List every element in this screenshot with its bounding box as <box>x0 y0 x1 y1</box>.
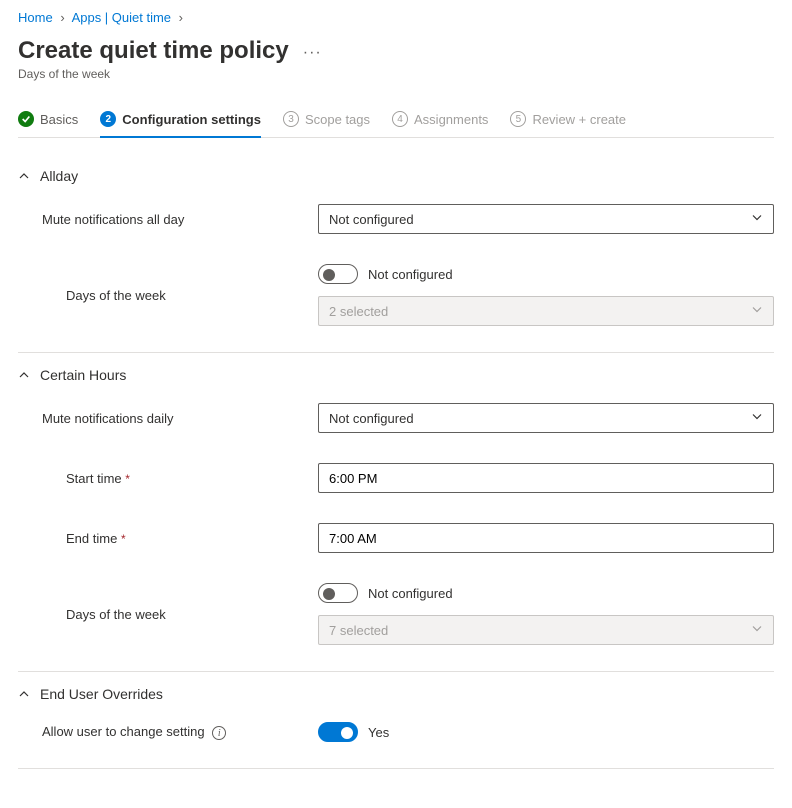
step-number-icon: 5 <box>510 111 526 127</box>
chevron-up-icon <box>18 170 30 182</box>
section-title: Certain Hours <box>40 367 126 383</box>
certain-end-input[interactable] <box>318 523 774 553</box>
chevron-right-icon: › <box>60 10 64 25</box>
more-actions-icon[interactable]: ··· <box>303 38 322 62</box>
overrides-allow-label: Allow user to change setting i <box>18 724 318 741</box>
step-number-icon: 3 <box>283 111 299 127</box>
info-icon[interactable]: i <box>212 726 226 740</box>
certain-end-label: End time * <box>18 531 318 546</box>
tab-review-create[interactable]: 5 Review + create <box>510 105 626 137</box>
certain-mute-select[interactable]: Not configured <box>318 403 774 433</box>
breadcrumb-home[interactable]: Home <box>18 10 53 25</box>
tab-review-label: Review + create <box>532 112 626 127</box>
chevron-up-icon <box>18 369 30 381</box>
tab-config-label: Configuration settings <box>122 112 261 127</box>
allday-days-select: 2 selected <box>318 296 774 326</box>
allday-days-toggle-label: Not configured <box>368 267 453 282</box>
chevron-down-icon <box>751 212 763 227</box>
overrides-allow-toggle-label: Yes <box>368 725 389 740</box>
tab-assignments[interactable]: 4 Assignments <box>392 105 488 137</box>
allday-mute-select[interactable]: Not configured <box>318 204 774 234</box>
allday-days-label: Days of the week <box>18 288 318 303</box>
collapse-toggle[interactable] <box>18 369 30 381</box>
section-allday: Allday Mute notifications all day Not co… <box>18 154 774 353</box>
tab-basics[interactable]: Basics <box>18 105 78 137</box>
certain-days-label: Days of the week <box>18 607 318 622</box>
collapse-toggle[interactable] <box>18 688 30 700</box>
certain-start-label: Start time * <box>18 471 318 486</box>
step-number-icon: 4 <box>392 111 408 127</box>
chevron-right-icon: › <box>179 10 183 25</box>
certain-start-input[interactable] <box>318 463 774 493</box>
section-title: Allday <box>40 168 78 184</box>
section-end-user-overrides: End User Overrides Allow user to change … <box>18 672 774 769</box>
breadcrumb-apps[interactable]: Apps | Quiet time <box>72 10 171 25</box>
toggle-knob <box>323 269 335 281</box>
page-title: Create quiet time policy <box>18 37 289 65</box>
breadcrumb: Home › Apps | Quiet time › <box>18 10 774 25</box>
chevron-down-icon <box>751 304 763 319</box>
required-asterisk: * <box>121 532 126 546</box>
tab-assign-label: Assignments <box>414 112 488 127</box>
tab-basics-label: Basics <box>40 112 78 127</box>
certain-days-toggle-label: Not configured <box>368 586 453 601</box>
certain-days-toggle[interactable] <box>318 583 358 603</box>
page-subtitle: Days of the week <box>18 67 774 81</box>
chevron-down-icon <box>751 623 763 638</box>
allday-mute-label: Mute notifications all day <box>18 212 318 227</box>
allday-days-toggle[interactable] <box>318 264 358 284</box>
toggle-knob <box>323 588 335 600</box>
section-certain-hours: Certain Hours Mute notifications daily N… <box>18 353 774 672</box>
wizard-tabs: Basics 2 Configuration settings 3 Scope … <box>18 105 774 138</box>
certain-days-select: 7 selected <box>318 615 774 645</box>
certain-mute-label: Mute notifications daily <box>18 411 318 426</box>
chevron-down-icon <box>751 411 763 426</box>
overrides-allow-toggle[interactable] <box>318 722 358 742</box>
check-icon <box>18 111 34 127</box>
tab-configuration-settings[interactable]: 2 Configuration settings <box>100 105 261 137</box>
step-number-icon: 2 <box>100 111 116 127</box>
required-asterisk: * <box>125 472 130 486</box>
tab-scope-tags[interactable]: 3 Scope tags <box>283 105 370 137</box>
tab-scope-label: Scope tags <box>305 112 370 127</box>
collapse-toggle[interactable] <box>18 170 30 182</box>
toggle-knob <box>341 727 353 739</box>
chevron-up-icon <box>18 688 30 700</box>
section-title: End User Overrides <box>40 686 163 702</box>
